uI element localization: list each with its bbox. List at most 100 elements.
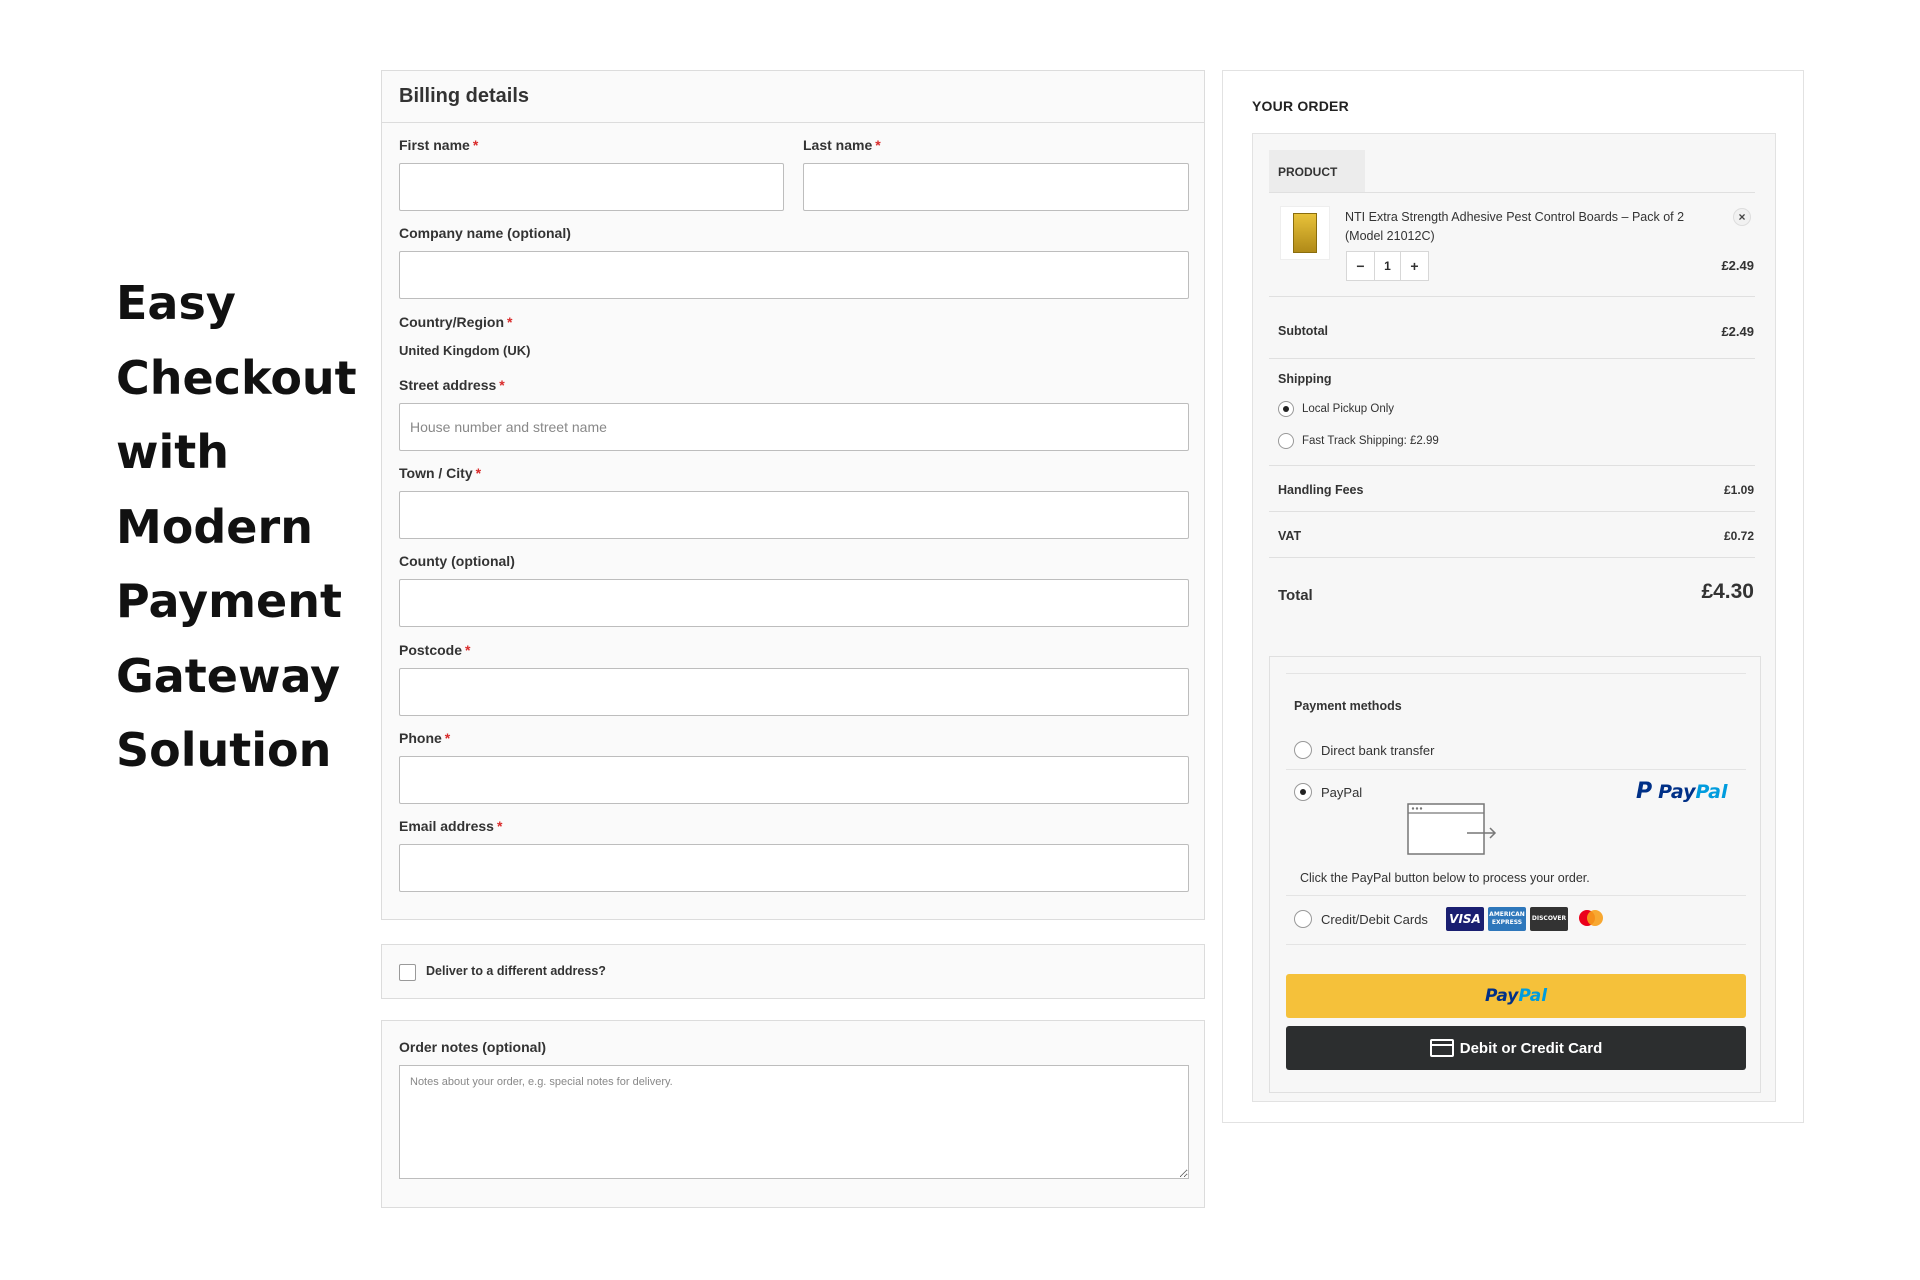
payment-radio-paypal[interactable] [1294,783,1312,801]
divider [1269,358,1755,359]
quantity-value[interactable]: 1 [1374,252,1401,280]
payment-option-label: Credit/Debit Cards [1321,911,1428,927]
last-name-field[interactable] [803,163,1189,211]
first-name-field[interactable] [399,163,784,211]
your-order-card: YOUR ORDER PRODUCT NTI Extra Strength Ad… [1222,70,1804,1123]
product-thumbnail [1280,206,1330,260]
county-field[interactable] [399,579,1189,627]
quantity-decrease-button[interactable]: − [1347,252,1374,280]
remove-item-icon[interactable]: × [1733,208,1751,226]
divider [1286,895,1746,896]
hero-line: Solution [116,723,332,777]
shipping-label: Shipping [1278,372,1332,386]
paypal-button-text: Pay [1484,986,1519,1006]
hero-line: Easy [116,276,236,330]
phone-field[interactable] [399,756,1189,804]
credit-card-icon [1429,1039,1454,1057]
vat-value: £0.72 [1723,529,1754,543]
last-name-label: Last name * [803,137,881,153]
product-name[interactable]: NTI Extra Strength Adhesive Pest Control… [1345,208,1725,246]
postcode-label: Postcode * [399,642,471,658]
paypal-instructions: Click the PayPal button below to process… [1300,871,1590,885]
street-label: Street address * [399,377,505,393]
hero-line: Modern [116,499,313,554]
company-label: Company name (optional) [399,225,571,241]
quantity-increase-button[interactable]: + [1401,252,1428,280]
deliver-different-address-card: Deliver to a different address? [381,944,1205,999]
deliver-different-address-label[interactable]: Deliver to a different address? [426,964,606,978]
hero-line: with [116,425,230,479]
divider [1286,944,1746,945]
town-field[interactable] [399,491,1189,539]
order-notes-card: Order notes (optional) [381,1020,1205,1208]
order-title: YOUR ORDER [1252,98,1349,114]
payment-methods-title: Payment methods [1294,699,1402,713]
order-notes-field[interactable] [399,1065,1189,1179]
divider [1269,192,1755,193]
order-review: PRODUCT NTI Extra Strength Adhesive Pest… [1252,133,1776,1102]
billing-header: Billing details [382,71,1204,123]
hero-line: Payment [116,574,342,628]
shipping-radio-local-pickup[interactable] [1278,401,1294,417]
county-label: County (optional) [399,553,515,569]
shipping-option-local-pickup[interactable]: Local Pickup Only [1278,401,1394,417]
payment-option-label: PayPal [1321,784,1363,800]
product-price: £2.49 [1721,258,1754,273]
mastercard-icon [1572,907,1610,931]
billing-details-card: Billing details First name * Last name * C… [381,70,1205,920]
postcode-field[interactable] [399,668,1189,716]
street-field[interactable] [399,403,1189,451]
town-label: Town / City * [399,465,482,481]
hero-line: Checkout [116,350,357,405]
vat-label: VAT [1278,529,1302,543]
debit-credit-card-button[interactable]: Debit or Credit Card [1286,1026,1746,1070]
deliver-different-address-checkbox[interactable] [399,964,416,981]
paypal-p-icon: P [1636,779,1653,804]
total-label: Total [1278,587,1313,604]
payment-option-label: Direct bank transfer [1321,742,1435,758]
hero-title: Easy Checkout with Modern Payment Gatewa… [116,266,357,788]
divider [1286,673,1746,674]
visa-icon: VISA [1446,907,1484,931]
discover-icon: DISCOVER [1530,907,1568,931]
divider [1269,296,1755,297]
paypal-logo-text: PayPal [1658,780,1728,803]
divider [1286,769,1746,770]
quantity-stepper: − 1 + [1346,251,1429,281]
payment-methods-box: Payment methods Direct bank transfer Pay… [1269,656,1761,1093]
phone-label: Phone * [399,730,451,746]
hero-line: Gateway [116,648,341,703]
divider [1269,557,1755,558]
paypal-button-text: Pal [1518,986,1548,1006]
first-name-label: First name * [399,137,479,153]
divider [1269,465,1755,466]
country-value: United Kingdom (UK) [399,343,531,358]
shipping-radio-fast-track[interactable] [1278,433,1294,449]
billing-title: Billing details [399,85,530,107]
payment-option-paypal[interactable]: PayPal [1294,783,1362,801]
divider [1269,511,1755,512]
shipping-option-label: Local Pickup Only [1302,403,1395,415]
paypal-logo: P PayPal [1636,779,1728,804]
payment-option-bank-transfer[interactable]: Direct bank transfer [1294,741,1434,759]
company-field[interactable] [399,251,1189,299]
product-column-header: PRODUCT [1269,150,1365,192]
email-field[interactable] [399,844,1189,892]
browser-redirect-icon [1407,803,1497,855]
amex-icon: AMERICAN EXPRESS [1488,907,1526,931]
payment-radio-bank-transfer[interactable] [1294,741,1312,759]
payment-option-cards[interactable]: Credit/Debit Cards [1294,910,1428,928]
paypal-button[interactable]: PayPal [1286,974,1746,1018]
country-label: Country/Region * [399,314,513,330]
email-label: Email address * [399,818,503,834]
subtotal-value: £2.49 [1721,324,1754,339]
payment-radio-cards[interactable] [1294,910,1312,928]
subtotal-label: Subtotal [1278,324,1328,338]
product-image [1293,213,1317,253]
shipping-option-fast-track[interactable]: Fast Track Shipping: £2.99 [1278,433,1439,449]
total-value: £4.30 [1701,580,1754,603]
handling-fees-label: Handling Fees [1278,483,1364,497]
handling-fees-value: £1.09 [1723,483,1754,497]
shipping-option-label: Fast Track Shipping: £2.99 [1302,435,1439,447]
order-notes-label: Order notes (optional) [399,1039,546,1055]
